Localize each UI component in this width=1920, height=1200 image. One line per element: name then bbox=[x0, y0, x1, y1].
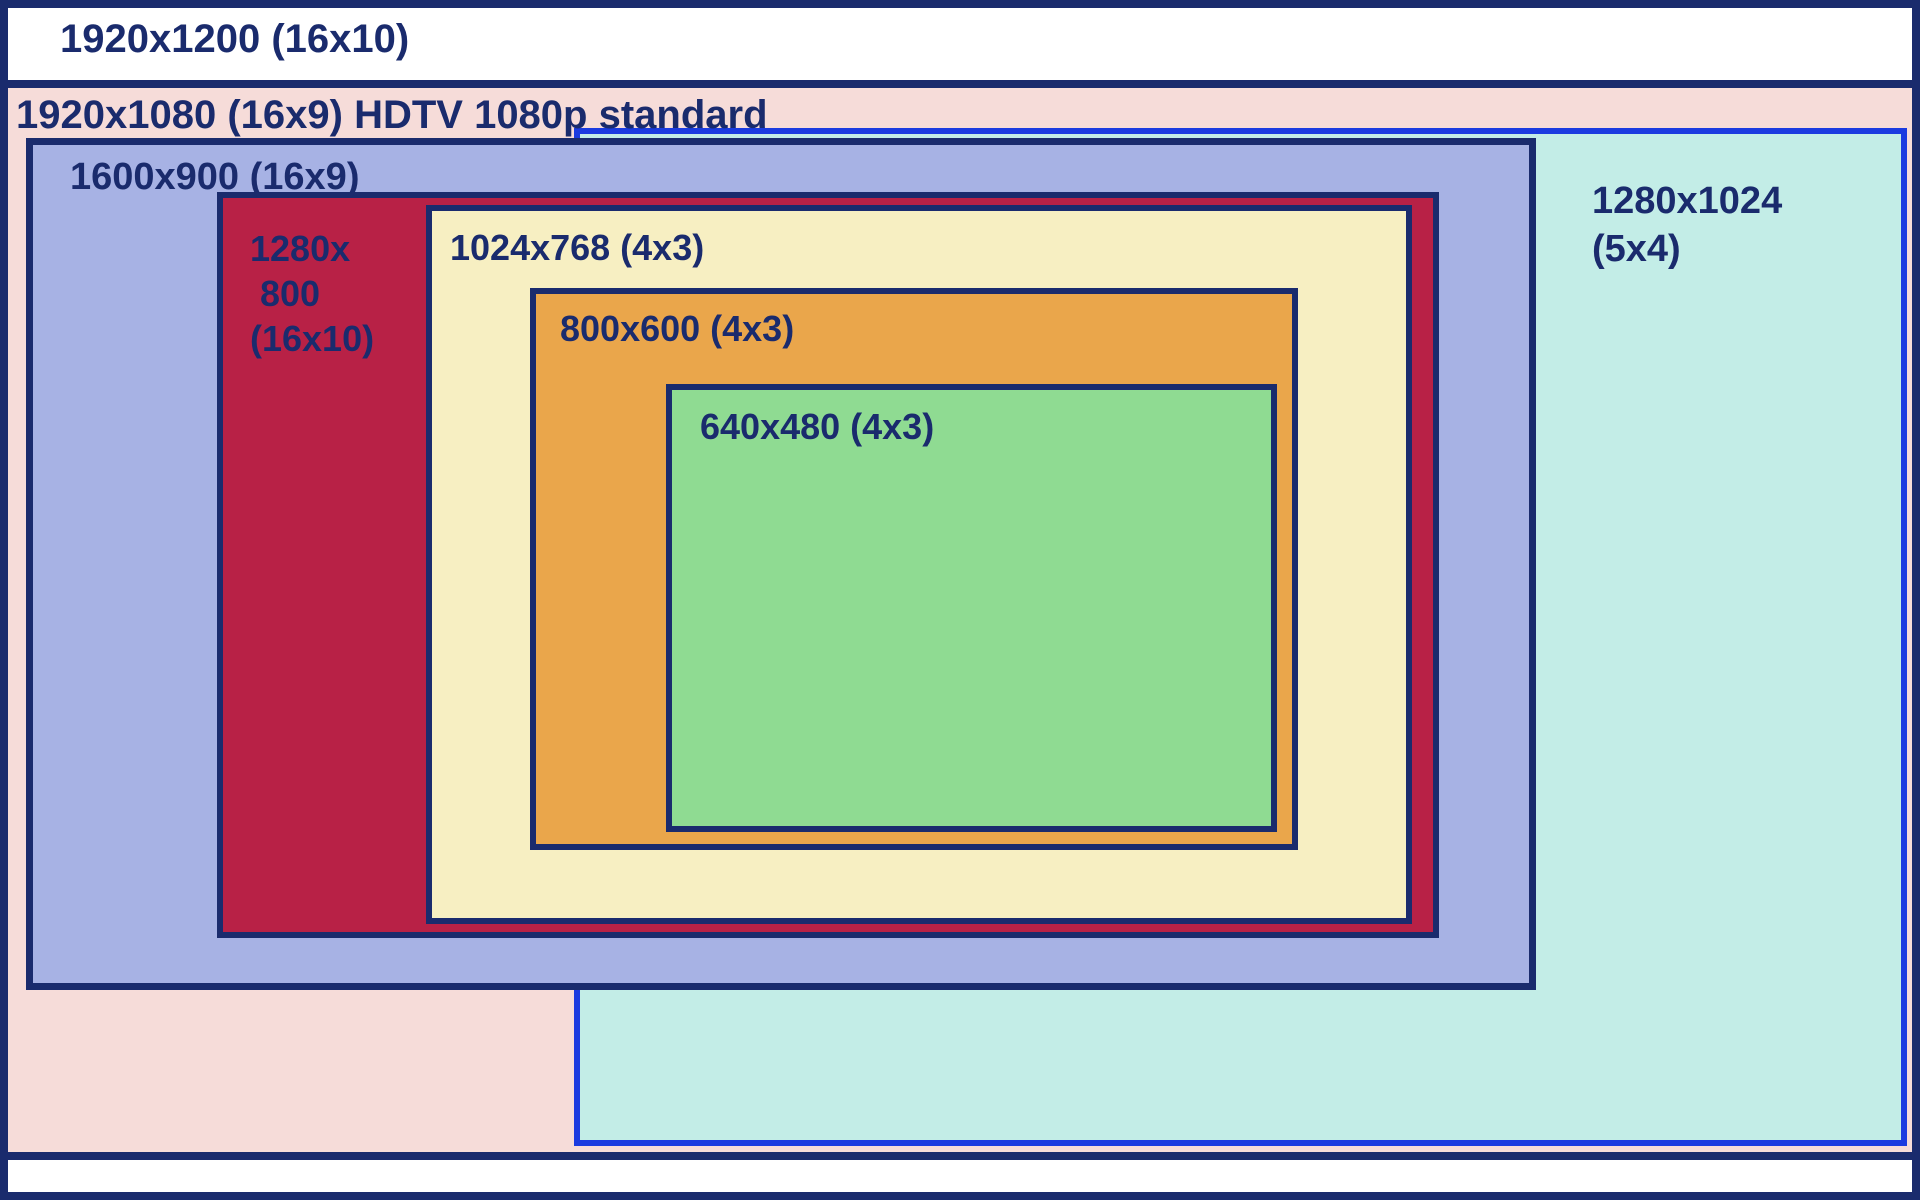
resolution-label-1024x768: 1024x768 (4x3) bbox=[450, 225, 704, 270]
resolution-label-1600x900: 1600x900 (16x9) bbox=[70, 154, 359, 202]
resolution-comparison-diagram: 1920x1200 (16x10) 1920x1080 (16x9) HDTV … bbox=[0, 0, 1920, 1200]
resolution-label-1920x1200: 1920x1200 (16x10) bbox=[60, 14, 409, 64]
resolution-label-1280x800: 1280x 800 (16x10) bbox=[250, 226, 374, 361]
resolution-label-1920x1080: 1920x1080 (16x9) HDTV 1080p standard bbox=[16, 90, 768, 140]
resolution-box-640x480 bbox=[666, 384, 1277, 832]
resolution-label-1280x1024: 1280x1024 (5x4) bbox=[1592, 178, 1782, 273]
resolution-label-640x480: 640x480 (4x3) bbox=[700, 404, 934, 449]
resolution-label-800x600: 800x600 (4x3) bbox=[560, 306, 794, 351]
